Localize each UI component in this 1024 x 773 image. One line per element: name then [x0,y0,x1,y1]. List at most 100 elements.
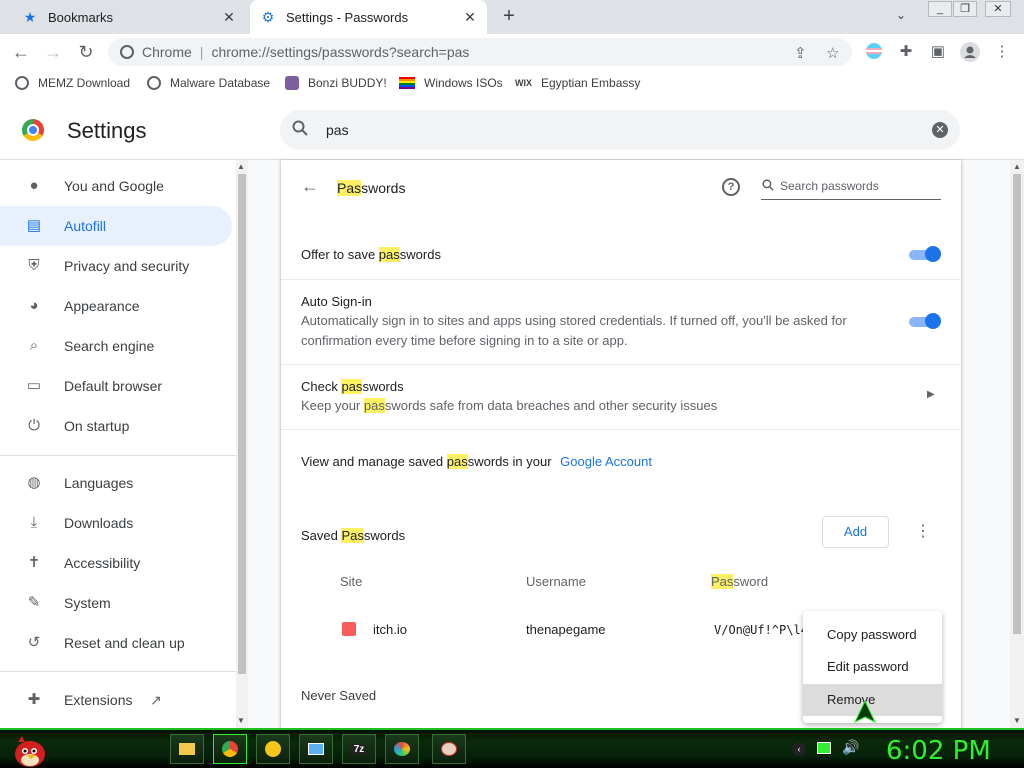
tab-search-chevron-icon[interactable]: ⌄ [896,8,906,22]
chrome-logo-icon [22,119,44,141]
sidebar-item-label: Autofill [64,218,107,234]
taskbar-clock[interactable]: 6:02 PM [886,736,991,766]
sidebar-item-label: Languages [64,475,134,491]
tab-bookmarks[interactable]: ★ Bookmarks ✕ [0,0,246,34]
sidebar-item-system[interactable]: ✎ System [0,583,232,623]
bookmark-item[interactable]: MEMZ Download [15,76,130,90]
bookmark-label: Egyptian Embassy [541,76,641,90]
settings-search-input[interactable]: pas ✕ [280,110,960,150]
scrollbar-thumb[interactable] [1013,174,1021,634]
tray-volume-icon[interactable]: 🔊 [842,739,859,756]
add-password-button[interactable]: Add [822,516,889,548]
sidebar-item-autofill[interactable]: ▤ Autofill [0,206,232,246]
column-header-username: Username [526,574,586,589]
sidebar-item-reset[interactable]: ↺ Reset and clean up [0,623,232,663]
settings-header: Settings pas ✕ [0,98,1024,160]
chevron-right-icon: ▶ [927,389,935,400]
clipboard-icon: ▤ [26,217,42,234]
tab-title: Bookmarks [48,9,114,25]
accessibility-icon: ✝ [27,554,41,571]
page-title: Settings [67,118,147,143]
sidebar-item-label: Reset and clean up [64,635,185,651]
site-label: Chrome [142,44,192,60]
address-bar[interactable]: Chrome | chrome://settings/passwords?sea… [108,38,852,66]
scrollbar-thumb[interactable] [238,174,246,674]
gear-icon: ⚙ [261,8,275,25]
clear-search-icon[interactable]: ✕ [932,122,948,138]
menu-item-edit-password[interactable]: Edit password [803,651,942,683]
sidebar-item-privacy[interactable]: ⛨ Privacy and security [0,246,232,286]
sidebar-scrollbar[interactable]: ▲ ▼ [236,160,248,728]
sidebar-item-label: Privacy and security [64,258,190,274]
mouse-cursor-icon [852,699,878,731]
tray-network-icon[interactable] [817,742,831,754]
minimize-button[interactable]: _ [928,1,952,17]
taskbar-7zip-icon[interactable]: 7z [342,734,376,764]
sidebar-item-downloads[interactable]: ⤓ Downloads [0,503,232,543]
browser-icon: ▭ [26,377,42,394]
auto-signin-toggle[interactable] [909,313,941,329]
search-passwords-field[interactable]: Search passwords [761,176,941,200]
restore-button[interactable]: ❐ [953,1,977,17]
sidebar-item-on-startup[interactable]: ⏻ On startup [0,406,232,446]
url-text[interactable]: chrome://settings/passwords?search=pas [211,44,469,60]
offer-to-save-toggle[interactable] [909,246,941,262]
never-saved-heading: Never Saved [301,688,377,703]
back-arrow-icon[interactable]: ← [10,41,32,63]
forward-arrow-icon[interactable]: → [42,41,64,63]
scroll-up-icon[interactable]: ▲ [1013,162,1021,171]
taskbar-file-explorer-icon[interactable] [170,734,204,764]
taskbar-image-viewer-icon[interactable] [299,734,333,764]
taskbar-paint-icon[interactable] [385,734,419,764]
scroll-down-icon[interactable]: ▼ [237,716,245,725]
username: thenapegame [526,622,606,637]
bookmark-star-icon[interactable]: ☆ [826,44,839,62]
new-tab-button[interactable]: + [498,6,520,28]
taskbar-emoji-icon[interactable] [256,734,290,764]
check-passwords-row[interactable]: Check passwords Keep your passwords safe… [281,365,961,429]
column-header-site: Site [340,574,363,589]
search-passwords-placeholder: Search passwords [780,179,879,193]
close-window-button[interactable]: ✕ [985,1,1011,17]
google-account-link[interactable]: Google Account [560,454,652,469]
manage-passwords-text: View and manage saved passwords in your … [301,454,652,469]
sidebar-item-search-engine[interactable]: ⌕ Search engine [0,326,232,366]
sidebar-item-label: Downloads [64,515,134,531]
search-value[interactable]: pas [326,122,349,138]
tab-settings-passwords[interactable]: ⚙ Settings - Passwords ✕ [250,0,487,34]
tray-arrow-icon[interactable]: ‹ [792,742,806,756]
bookmark-item[interactable]: WIX Egyptian Embassy [515,76,640,90]
scroll-down-icon[interactable]: ▼ [1013,716,1021,725]
external-link-icon: ↗ [150,691,162,708]
taskbar-chrome-icon[interactable] [213,734,247,764]
help-icon[interactable]: ? [722,178,740,196]
avatar-icon[interactable] [960,42,980,62]
sidebar-item-languages[interactable]: ◍ Languages [0,463,232,503]
share-icon[interactable]: ⇪ [794,44,807,62]
start-button-angry-bird-icon[interactable] [8,732,48,768]
palette-icon: ◕ [29,297,39,314]
close-tab-icon[interactable]: ✕ [220,8,238,26]
menu-kebab-icon[interactable]: ⋮ [992,42,1012,62]
bookmark-item[interactable]: Windows ISOs [399,76,503,90]
reload-icon[interactable]: ↻ [75,41,97,63]
side-panel-icon[interactable]: ▣ [928,42,948,62]
close-tab-icon[interactable]: ✕ [461,8,479,26]
sidebar-item-extensions[interactable]: ✚ Extensions ↗ [0,680,232,720]
sidebar-item-you-and-google[interactable]: ● You and Google [0,166,232,206]
menu-item-copy-password[interactable]: Copy password [803,619,942,651]
taskbar-app-icon[interactable] [432,734,466,764]
bookmark-item[interactable]: Bonzi BUDDY! [285,76,387,90]
bookmark-item[interactable]: Malware Database [147,76,270,90]
sidebar-item-appearance[interactable]: ◕ Appearance [0,286,232,326]
scroll-up-icon[interactable]: ▲ [237,162,245,171]
download-icon: ⤓ [30,514,38,531]
profile-flag-icon[interactable] [864,42,884,62]
page-scrollbar[interactable]: ▲ ▼ [1010,160,1024,728]
password-value: V/On@Uf!^P\l4 [714,623,808,637]
sidebar-item-default-browser[interactable]: ▭ Default browser [0,366,232,406]
extensions-puzzle-icon[interactable]: ✚ [896,42,916,62]
more-actions-kebab-icon[interactable]: ⋮ [915,521,931,541]
back-arrow-icon[interactable]: ← [301,176,319,197]
sidebar-item-accessibility[interactable]: ✝ Accessibility [0,543,232,583]
